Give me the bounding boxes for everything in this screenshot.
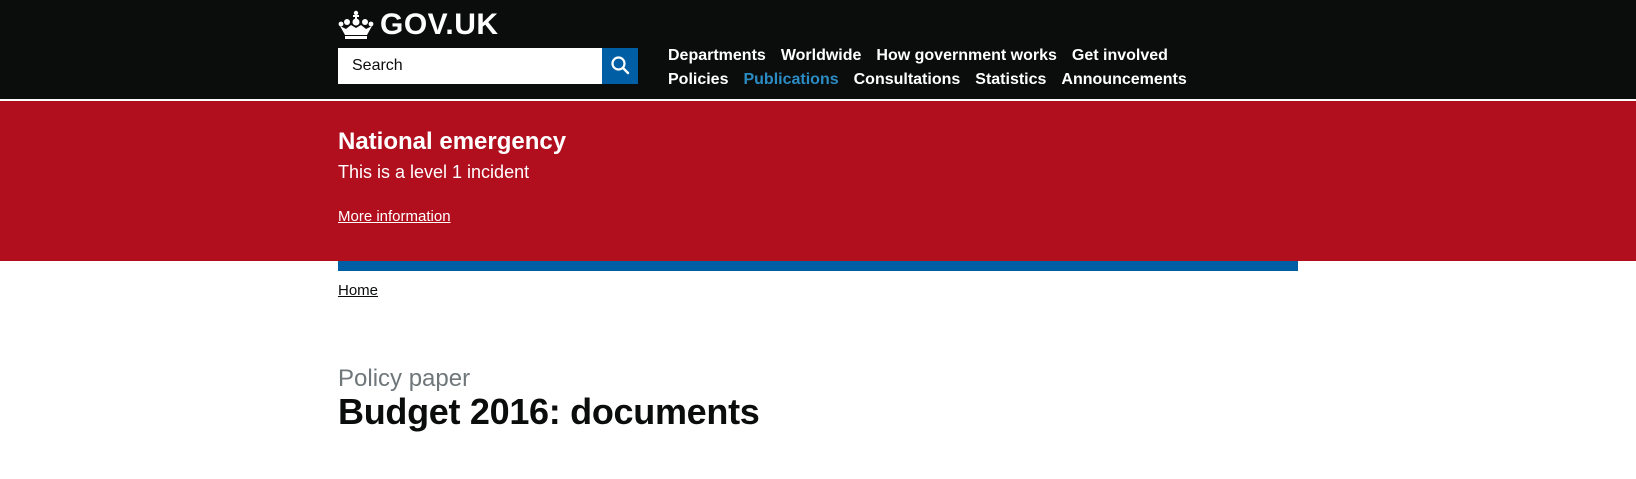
search-form [338, 48, 638, 84]
page-title: Budget 2016: documents [338, 391, 760, 432]
nav-link-publications[interactable]: Publications [743, 71, 838, 89]
emergency-banner-title: National emergency [338, 128, 567, 155]
emergency-more-information-link[interactable]: More information [338, 208, 451, 225]
nav-link-worldwide[interactable]: Worldwide [781, 47, 862, 65]
search-icon [610, 55, 630, 78]
header-accent-bar [338, 261, 1298, 271]
document-type: Policy paper [338, 365, 471, 392]
nav-link-announcements[interactable]: Announcements [1061, 71, 1186, 89]
nav-link-statistics[interactable]: Statistics [975, 71, 1046, 89]
nav-link-consultations[interactable]: Consultations [854, 71, 961, 89]
govuk-logo-link[interactable]: GOV.UK [338, 8, 499, 42]
main-navigation: Departments Worldwide How government wor… [668, 44, 1188, 92]
nav-link-policies[interactable]: Policies [668, 71, 728, 89]
emergency-banner-description: This is a level 1 incident [338, 162, 530, 182]
site-header: GOV.UK Departments Worldwide How governm… [0, 0, 1636, 100]
search-button[interactable] [602, 48, 638, 84]
emergency-banner: National emergency This is a level 1 inc… [0, 101, 1636, 261]
breadcrumb-home-link[interactable]: Home [338, 282, 378, 299]
logo-text: GOV.UK [380, 8, 499, 41]
nav-link-how-government-works[interactable]: How government works [876, 47, 1056, 65]
search-input[interactable] [338, 48, 602, 84]
nav-row-primary: Departments Worldwide How government wor… [668, 44, 1188, 68]
crown-icon [338, 10, 374, 40]
nav-link-departments[interactable]: Departments [668, 47, 766, 65]
nav-link-get-involved[interactable]: Get involved [1072, 47, 1168, 65]
nav-row-secondary: Policies Publications Consultations Stat… [668, 68, 1188, 92]
